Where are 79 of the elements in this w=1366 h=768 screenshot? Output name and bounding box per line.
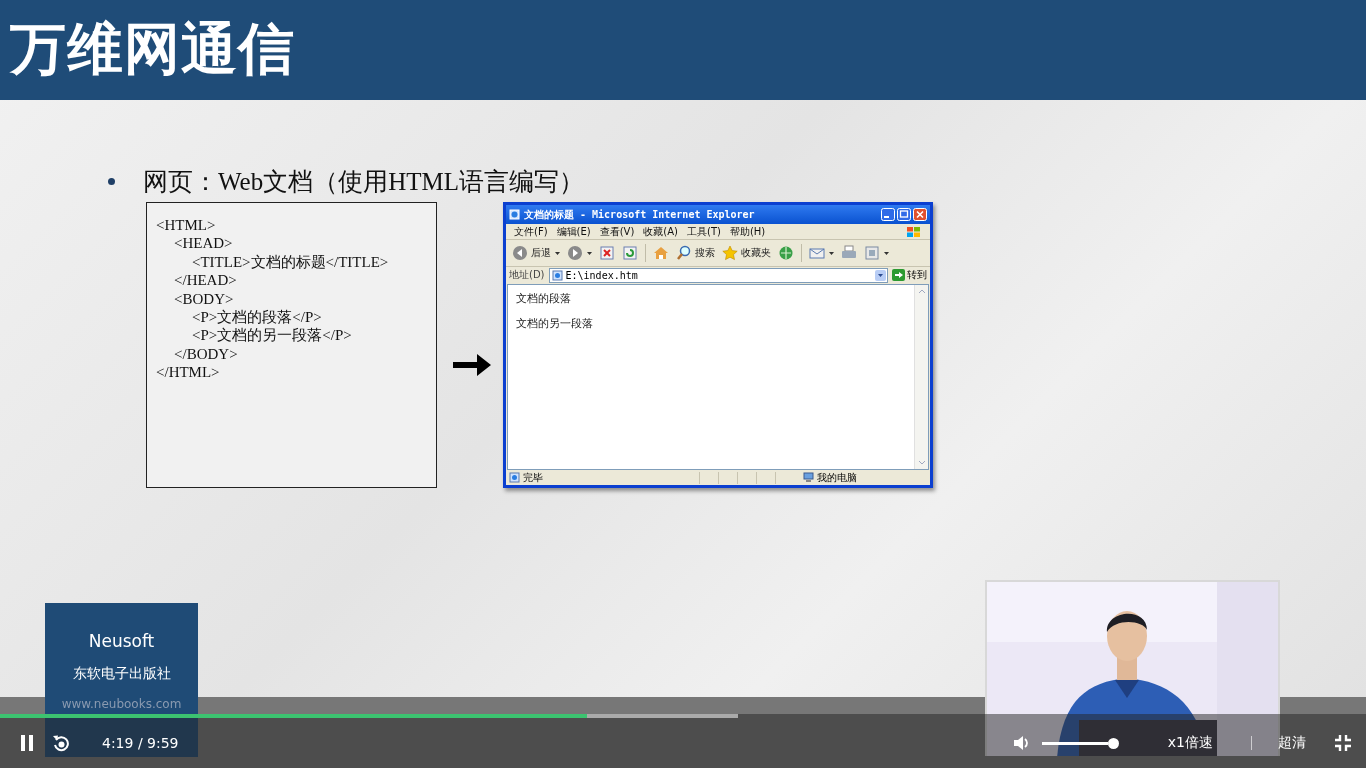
volume-thumb[interactable] [1107, 737, 1119, 749]
caret-icon [829, 251, 834, 255]
flag-icon [906, 225, 922, 238]
menu-item[interactable]: 编辑(E) [556, 224, 591, 239]
replay-button[interactable] [52, 734, 70, 752]
close-icon[interactable] [913, 208, 927, 221]
logo-url: www.neubooks.com [61, 697, 182, 711]
maximize-icon[interactable] [897, 208, 911, 221]
speed-button[interactable]: x1倍速 [1167, 734, 1213, 752]
caret-icon [884, 251, 889, 255]
computer-icon [803, 472, 814, 483]
menu-item[interactable]: 文件(F) [514, 224, 548, 239]
volume-icon [1011, 734, 1030, 752]
paragraph: 文档的另一段落 [516, 316, 594, 331]
volume-button[interactable] [1011, 734, 1030, 752]
arrow-icon [453, 352, 491, 378]
go-button[interactable]: 转到 [892, 268, 927, 282]
exit-fullscreen-icon [1334, 734, 1352, 752]
printer-button[interactable] [841, 245, 857, 261]
stop-icon [599, 245, 615, 261]
address-label: 地址(D) [509, 268, 545, 282]
arrow-icon [892, 269, 905, 281]
envelope-icon [809, 245, 825, 261]
code-line: </HEAD> [173, 271, 237, 290]
star-button[interactable]: 收藏夹 [722, 245, 771, 261]
refresh-button[interactable] [622, 245, 638, 261]
dropdown-icon[interactable] [875, 269, 886, 281]
envelope-button[interactable] [809, 245, 834, 261]
globe-button[interactable] [778, 245, 794, 261]
bullet-icon [108, 177, 115, 185]
window-title: 文档的标题 - Microsoft Internet Explorer [524, 207, 756, 222]
back-icon [512, 245, 528, 261]
code-line: <P>文档的另一段落</P> [191, 326, 352, 345]
quality-button[interactable]: 超清 [1278, 734, 1306, 752]
page-icon [551, 269, 563, 281]
window-icon [864, 245, 880, 261]
stop-button[interactable] [599, 245, 615, 261]
code-line: <HTML> [156, 216, 216, 235]
pause-icon [20, 734, 34, 752]
code-line: <BODY> [173, 289, 234, 309]
zone-text: 我的电脑 [817, 470, 858, 485]
paragraph: 文档的段落 [516, 291, 572, 306]
refresh-icon [622, 245, 638, 261]
replay-icon [52, 734, 70, 752]
minimize-icon[interactable] [881, 208, 895, 221]
menu-item[interactable]: 工具(T) [687, 224, 721, 239]
home-button[interactable] [653, 245, 669, 261]
status-text: 完毕 [523, 470, 544, 485]
code-line: </BODY> [173, 344, 238, 364]
globe-icon [778, 245, 794, 261]
page-icon [509, 209, 520, 220]
forward-button[interactable] [567, 245, 592, 261]
exit-fullscreen-button[interactable] [1334, 734, 1352, 752]
page-icon [509, 472, 520, 483]
address-field[interactable]: E:\index.htm [548, 267, 888, 283]
logo-name: Neusoft [88, 631, 155, 651]
caret-icon [555, 251, 560, 255]
scrollbar[interactable] [914, 285, 928, 469]
logo-subtitle: 东软电子出版社 [72, 665, 171, 683]
code-line: <TITLE>文档的标题</TITLE> [191, 252, 389, 272]
star-icon [722, 245, 738, 261]
back-button[interactable]: 后退 [512, 245, 560, 261]
printer-icon [841, 245, 857, 261]
menu-item[interactable]: 收藏(A) [643, 224, 678, 239]
pause-button[interactable] [20, 734, 34, 752]
window-button[interactable] [864, 245, 889, 261]
slide-title: 万维网通信 [10, 15, 295, 83]
home-icon [653, 245, 669, 261]
code-line: <P>文档的段落</P> [191, 308, 322, 327]
search-icon [676, 245, 692, 261]
code-line: <HEAD> [173, 234, 233, 253]
code-line: </HTML> [156, 363, 220, 382]
forward-icon [567, 245, 583, 261]
caret-icon [587, 251, 592, 255]
time-display: 4:19 / 9:59 [102, 735, 179, 751]
bullet-text: 网页：Web文档（使用HTML语言编写） [143, 166, 584, 197]
search-button[interactable]: 搜索 [676, 245, 715, 261]
menu-item[interactable]: 查看(V) [599, 224, 635, 239]
menu-item[interactable]: 帮助(H) [729, 224, 766, 239]
